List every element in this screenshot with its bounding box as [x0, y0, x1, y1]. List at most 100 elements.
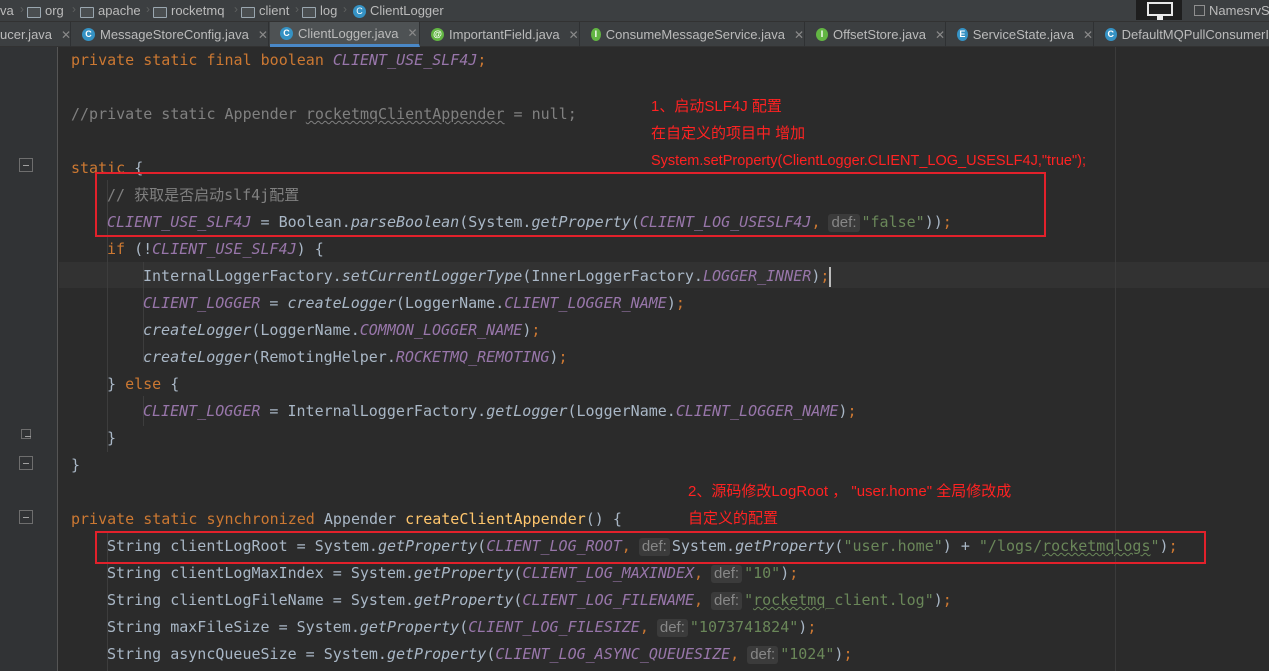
tab-label: DefaultMQPullConsumerI [1121, 27, 1269, 42]
interface-icon: I [816, 28, 828, 41]
tab-offsetstore[interactable]: I OffsetStore.java ✕ [806, 22, 946, 47]
code-line[interactable]: } [71, 454, 80, 476]
field-ref: CLIENT_LOGGER_NAME [504, 294, 667, 312]
code-text: String clientLogFileName = System. [107, 591, 415, 609]
text-caret [829, 266, 832, 287]
fold-collapse-icon[interactable] [19, 456, 33, 470]
parameter-hint: def: [656, 619, 688, 637]
class-icon: C [82, 28, 95, 41]
code-line[interactable]: } [107, 427, 116, 449]
code-line[interactable]: CLIENT_LOGGER = InternalLoggerFactory.ge… [143, 400, 856, 422]
tab-producer[interactable]: ucer.java ✕ [0, 22, 71, 47]
breadcrumb-item-label: log [320, 3, 338, 18]
code-line[interactable]: private static final boolean CLIENT_USE_… [71, 49, 486, 71]
semicolon: ; [531, 321, 541, 339]
comment: rocketmqClientAppender [305, 105, 505, 123]
comma: , [639, 618, 649, 636]
tab-consumemessageservice[interactable]: I ConsumeMessageService.java ✕ [581, 22, 805, 47]
editor-gutter[interactable] [0, 47, 58, 671]
code-text: ) [811, 267, 821, 285]
code-line[interactable]: createLogger(RemotingHelper.ROCKETMQ_REM… [143, 346, 567, 368]
breadcrumb-item-clientlogger[interactable]: C ClientLogger [353, 0, 444, 21]
annotation-icon: @ [431, 28, 444, 41]
code-line[interactable]: InternalLoggerFactory.setCurrentLoggerTy… [143, 265, 832, 287]
code-text: ) { [296, 240, 324, 258]
annotation-note-1: 1、启动SLF4J 配置 [651, 98, 782, 115]
field-ref: CLIENT_USE_SLF4J [152, 240, 297, 258]
breadcrumb-item-va[interactable]: va [0, 0, 14, 21]
namesrv-tab[interactable]: NamesrvS [1194, 0, 1269, 21]
field-ref: CLIENT_LOG_MAXINDEX [522, 564, 695, 582]
file-icon [1194, 5, 1205, 16]
field-ref: CLIENT_USE_SLF4J [332, 51, 478, 69]
fold-collapse-icon[interactable] [21, 429, 31, 439]
keyword: else [125, 375, 162, 393]
code-line[interactable]: String clientLogMaxIndex = System.getPro… [107, 562, 798, 584]
code-text: (LoggerName. [567, 402, 676, 420]
type-name: Appender [323, 510, 406, 528]
breadcrumb-item-org[interactable]: org [27, 0, 64, 21]
folder-icon [302, 6, 316, 18]
method-call: getLogger [486, 402, 568, 420]
code-line[interactable]: CLIENT_LOGGER = createLogger(LoggerName.… [143, 292, 685, 314]
code-text: String clientLogMaxIndex = System. [107, 564, 415, 582]
method-call: getProperty [414, 591, 514, 609]
chevron-right-icon: › [343, 2, 347, 16]
code-line[interactable]: String asyncQueueSize = System.getProper… [107, 643, 852, 665]
code-text: (InnerLoggerFactory. [522, 267, 703, 285]
close-icon[interactable]: ✕ [61, 28, 71, 42]
close-icon[interactable]: ✕ [1083, 28, 1093, 42]
breadcrumb-item-label: ClientLogger [370, 3, 444, 18]
tab-servicestate[interactable]: E ServiceState.java ✕ [947, 22, 1094, 47]
comment: = null; [504, 105, 577, 123]
code-text: ( [459, 618, 469, 636]
code-line[interactable]: createLogger(LoggerName.COMMON_LOGGER_NA… [143, 319, 540, 341]
code-line[interactable]: private static synchronized Appender cre… [71, 508, 622, 530]
fold-collapse-icon[interactable] [19, 510, 33, 524]
breadcrumb-item-client[interactable]: client [241, 0, 289, 21]
parameter-hint: def: [747, 646, 779, 664]
method-declaration: createClientAppender [405, 510, 586, 528]
annotation-note-2: 自定义的配置 [688, 510, 779, 527]
tab-importantfield[interactable]: @ ImportantField.java ✕ [421, 22, 580, 47]
close-icon[interactable]: ✕ [569, 28, 579, 42]
close-icon[interactable]: ✕ [935, 28, 945, 42]
parameter-hint: def: [711, 565, 743, 583]
breadcrumb-item-log[interactable]: log [302, 0, 337, 21]
breadcrumb-item-label: org [45, 3, 64, 18]
code-line[interactable]: String clientLogFileName = System.getPro… [107, 589, 952, 611]
semicolon: ; [558, 348, 568, 366]
code-text: } [107, 375, 126, 393]
field-ref: CLIENT_LOGGER [143, 402, 261, 420]
tab-label: ImportantField.java [449, 27, 560, 42]
comment: //private static Appender [71, 105, 306, 123]
tab-defaultmqpullconsumer[interactable]: C DefaultMQPullConsumerI [1095, 22, 1269, 47]
code-line[interactable]: String maxFileSize = System.getProperty(… [107, 616, 816, 638]
method-call: setCurrentLoggerType [341, 267, 523, 285]
semicolon: ; [789, 564, 799, 582]
close-icon[interactable]: ✕ [407, 26, 417, 40]
annotation-note-1: System.setProperty(ClientLogger.CLIENT_L… [651, 153, 1086, 169]
parameter-hint: def: [711, 592, 743, 610]
folder-icon [241, 6, 255, 18]
code-text: String asyncQueueSize = System. [107, 645, 387, 663]
tab-messagestoreconfig[interactable]: C MessageStoreConfig.java ✕ [72, 22, 269, 47]
code-line[interactable]: if (!CLIENT_USE_SLF4J) { [107, 238, 324, 260]
field-ref: CLIENT_LOGGER [143, 294, 261, 312]
keyword: if [107, 240, 126, 258]
code-text: ) [933, 591, 943, 609]
method-call: createLogger [287, 294, 396, 312]
close-icon[interactable]: ✕ [258, 28, 268, 42]
code-line[interactable]: } else { [107, 373, 179, 395]
breadcrumb-item-rocketmq[interactable]: rocketmq [153, 0, 224, 21]
monitor-icon[interactable] [1136, 0, 1182, 20]
field-ref: ROCKETMQ_REMOTING [395, 348, 550, 366]
string-literal: rocketmq [753, 591, 826, 609]
close-icon[interactable]: ✕ [794, 28, 804, 42]
string-literal: " [744, 591, 754, 609]
editor-tab-bar: ucer.java ✕ C MessageStoreConfig.java ✕ C Cl… [0, 22, 1269, 47]
breadcrumb-item-apache[interactable]: apache [80, 0, 141, 21]
code-line[interactable]: //private static Appender rocketmqClient… [71, 103, 577, 125]
tab-clientlogger[interactable]: C ClientLogger.java ✕ [270, 22, 420, 47]
fold-collapse-icon[interactable] [19, 158, 33, 172]
